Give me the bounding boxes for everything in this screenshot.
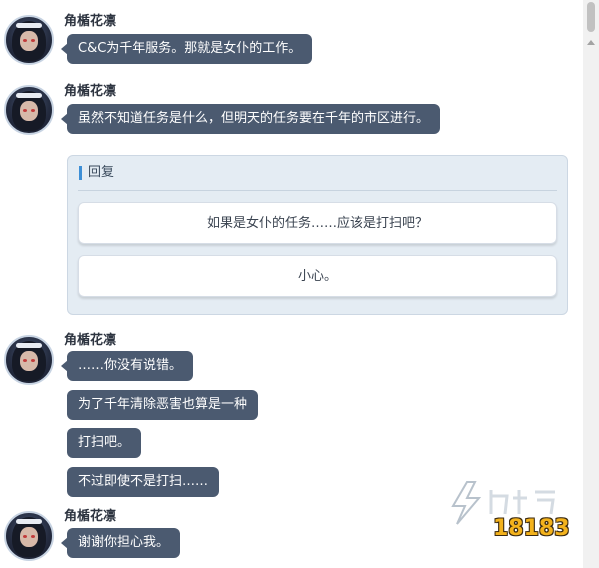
reply-title: 回复 xyxy=(79,166,114,180)
message-bubble: 为了千年清除恶害也算是一种 xyxy=(67,390,259,420)
speaker-name: 角楯花凛 xyxy=(64,84,117,99)
watermark-text: 18183 xyxy=(493,516,570,541)
avatar xyxy=(4,511,54,561)
speaker-name: 角楯花凛 xyxy=(64,509,117,524)
brand-glyph-icon xyxy=(489,490,555,515)
speaker-name: 角楯花凛 xyxy=(64,333,117,348)
divider xyxy=(78,190,557,191)
message-bubble: 不过即使不是打扫…… xyxy=(67,467,220,497)
message-bubble: 虽然不知道任务是什么，但明天的任务要在千年的市区进行。 xyxy=(60,104,441,134)
message-bubble: ……你没有说错。 xyxy=(60,351,194,381)
message-bubble: C&C为千年服务。那就是女仆的工作。 xyxy=(60,34,313,64)
message-bubble: 谢谢你担心我。 xyxy=(60,528,181,558)
reply-panel: 回复 如果是女仆的任务……应该是打扫吧？ 小心。 xyxy=(67,155,568,315)
avatar xyxy=(4,15,54,65)
scroll-up-arrow-icon[interactable] xyxy=(587,40,595,45)
avatar xyxy=(4,85,54,135)
reply-option[interactable]: 小心。 xyxy=(78,255,557,297)
reply-option[interactable]: 如果是女仆的任务……应该是打扫吧？ xyxy=(78,202,557,244)
watermark-logo: 18183 xyxy=(445,478,590,558)
message-bubble: 打扫吧。 xyxy=(67,428,142,458)
scroll-thumb[interactable] xyxy=(587,2,595,32)
speaker-name: 角楯花凛 xyxy=(64,14,117,29)
avatar xyxy=(4,335,54,385)
